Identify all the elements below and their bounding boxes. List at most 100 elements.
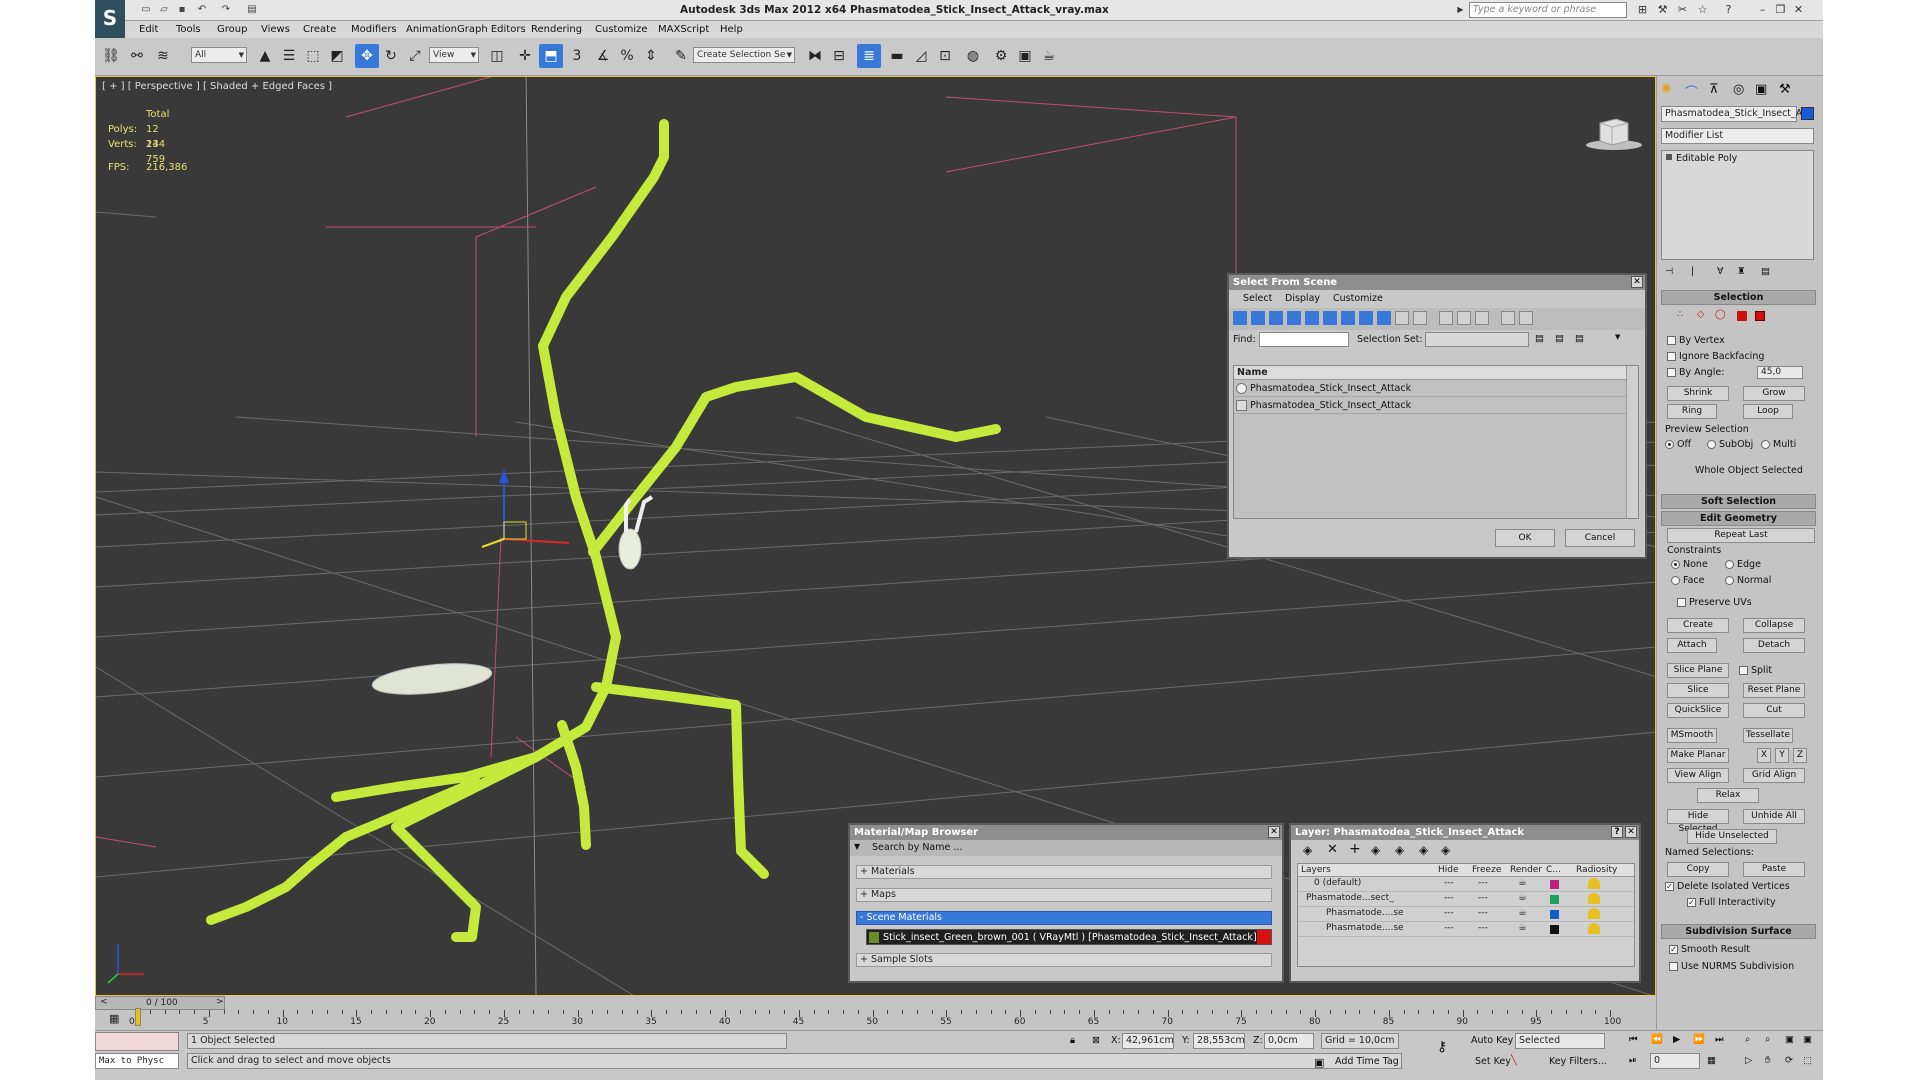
configure-sets-icon[interactable]: ▤ — [1761, 266, 1770, 277]
communication-center-icon[interactable]: ⚒ — [1655, 3, 1670, 17]
display-shapes-icon[interactable] — [1251, 311, 1265, 325]
selection-set-dropdown[interactable] — [1425, 332, 1529, 347]
zoom-all-icon[interactable]: ⌕ — [1765, 1034, 1770, 1045]
material-editor-icon[interactable]: ◍ — [961, 44, 985, 68]
tools-icon[interactable]: ✂ — [1675, 3, 1690, 17]
highlight-layer-icon[interactable]: ◈ — [1395, 843, 1404, 857]
planar-x-button[interactable]: X — [1757, 748, 1771, 763]
border-icon[interactable]: ◯ — [1715, 309, 1726, 320]
smooth-result-checkbox[interactable]: ✓ — [1669, 945, 1678, 954]
by-vertex-checkbox[interactable] — [1667, 336, 1676, 345]
zoom-extents-icon[interactable]: ▣ — [1785, 1034, 1794, 1045]
vertex-icon[interactable]: ∴ — [1677, 309, 1683, 320]
maxscript-mini-listener[interactable]: Max to Physc — [95, 1053, 179, 1069]
select-object-icon[interactable]: ▲ — [253, 44, 277, 68]
find-input[interactable] — [1259, 332, 1349, 347]
auto-key-button[interactable]: Auto Key — [1471, 1035, 1513, 1046]
mini-curve-editor-icon[interactable]: ▦ — [109, 1012, 119, 1025]
app-menu-button[interactable]: S — [95, 0, 125, 38]
binoculars-icon[interactable]: ⊞ — [1635, 3, 1650, 17]
play-icon[interactable]: ▶ — [1673, 1034, 1680, 1045]
make-unique-icon[interactable]: ∀ — [1717, 266, 1724, 277]
freeze-toggle[interactable]: --- — [1478, 908, 1488, 918]
filter-options-icon[interactable] — [1519, 311, 1533, 325]
close-icon[interactable]: ✕ — [1268, 826, 1280, 838]
previous-frame-icon[interactable]: ⏪ — [1651, 1034, 1663, 1045]
preview-multi-radio[interactable] — [1761, 440, 1770, 449]
edit-geometry-rollout[interactable]: Edit Geometry — [1661, 511, 1816, 526]
spinner-snap-icon[interactable]: ⇕ — [639, 44, 663, 68]
select-move-icon[interactable]: ✥ — [355, 44, 379, 68]
material-item[interactable]: Stick_insect_Green_brown_001 ( VRayMtl )… — [866, 929, 1272, 945]
redo-icon[interactable]: ↷ — [219, 3, 233, 16]
save-icon[interactable]: ▪ — [175, 3, 189, 16]
maximize-viewport-icon[interactable]: ⬚ — [1803, 1055, 1812, 1066]
orbit-icon[interactable]: ⟳ — [1785, 1055, 1793, 1066]
zoom-icon[interactable]: ⌕ — [1745, 1034, 1750, 1045]
menu-edit[interactable]: Edit — [139, 24, 158, 35]
col-hide[interactable]: Hide — [1438, 865, 1459, 875]
select-layer-objects-icon[interactable]: ◈ — [1371, 843, 1380, 857]
slider-left-arrow-icon[interactable]: < — [100, 997, 108, 1007]
freeze-all-layers-icon[interactable]: ◈ — [1441, 843, 1450, 857]
hide-toggle[interactable]: --- — [1444, 908, 1454, 918]
display-lights-icon[interactable] — [1269, 311, 1283, 325]
absolute-mode-icon[interactable]: ⊠ — [1092, 1035, 1100, 1046]
menu-graph-editors[interactable]: Graph Editors — [457, 24, 526, 35]
show-end-result-icon[interactable]: | — [1691, 266, 1694, 277]
use-nurms-checkbox[interactable] — [1669, 962, 1678, 971]
layer-color-swatch[interactable] — [1550, 910, 1559, 919]
menu-help[interactable]: Help — [720, 24, 743, 35]
y-coord-field[interactable]: 28,553cm — [1193, 1033, 1245, 1049]
key-filters-button[interactable]: Key Filters... — [1549, 1056, 1607, 1067]
planar-z-button[interactable]: Z — [1793, 748, 1807, 763]
list-item[interactable]: Phasmatodea_Stick_Insect_Attack — [1234, 380, 1638, 397]
ring-button[interactable]: Ring — [1667, 404, 1717, 419]
view-align-button[interactable]: View Align — [1667, 768, 1729, 783]
project-folder-icon[interactable]: ▤ — [245, 3, 259, 16]
msmooth-button[interactable]: MSmooth — [1667, 728, 1717, 743]
remove-modifier-icon[interactable]: ♜ — [1737, 266, 1746, 277]
hide-toggle[interactable]: --- — [1444, 893, 1454, 903]
loop-button[interactable]: Loop — [1743, 404, 1793, 419]
rect-selection-icon[interactable]: ⬚ — [301, 44, 325, 68]
menu-customize[interactable]: Customize — [595, 24, 648, 35]
display-spacewarps-icon[interactable] — [1323, 311, 1337, 325]
reference-coord-dropdown[interactable]: View — [429, 47, 479, 63]
menu-group[interactable]: Group — [217, 24, 247, 35]
display-geometry-icon[interactable] — [1233, 311, 1247, 325]
hide-selected-button[interactable]: Hide Selected — [1667, 809, 1729, 834]
select-rotate-icon[interactable]: ↻ — [379, 44, 403, 68]
render-teapot-icon[interactable]: ☕︎ — [1518, 892, 1527, 903]
constraint-edge-radio[interactable] — [1725, 560, 1734, 569]
full-interactivity-checkbox[interactable]: ✓ — [1687, 898, 1696, 907]
preview-off-radio[interactable] — [1665, 440, 1674, 449]
close-icon[interactable]: ✕ — [1625, 826, 1637, 838]
next-frame-icon[interactable]: ⏩ — [1693, 1034, 1705, 1045]
menu-views[interactable]: Views — [261, 24, 290, 35]
add-to-layer-icon[interactable]: + — [1349, 841, 1361, 857]
favorites-star-icon[interactable]: ☆ — [1695, 3, 1710, 17]
time-slider[interactable]: < 0 / 100 > — [95, 996, 225, 1010]
hide-all-layers-icon[interactable]: ◈ — [1419, 843, 1428, 857]
soft-selection-rollout[interactable]: Soft Selection — [1661, 494, 1816, 509]
radiosity-icon[interactable] — [1588, 923, 1600, 934]
by-angle-checkbox[interactable] — [1667, 368, 1676, 377]
menu-animation[interactable]: Animation — [406, 24, 457, 35]
freeze-toggle[interactable]: --- — [1478, 878, 1488, 888]
curve-editor-icon[interactable]: ◿ — [909, 44, 933, 68]
delete-layer-icon[interactable]: ✕ — [1327, 842, 1338, 857]
select-all-icon[interactable] — [1439, 311, 1453, 325]
window-crossing-icon[interactable]: ◩ — [325, 44, 349, 68]
goto-start-icon[interactable]: ⏮ — [1629, 1034, 1638, 1045]
unhide-all-button[interactable]: Unhide All — [1743, 809, 1805, 824]
make-planar-button[interactable]: Make Planar — [1667, 748, 1729, 763]
motion-tab-icon[interactable]: ◎ — [1733, 82, 1744, 97]
tessellate-button[interactable]: Tessellate — [1743, 728, 1793, 743]
hide-unselected-button[interactable]: Hide Unselected — [1687, 829, 1777, 844]
search-input[interactable]: Type a keyword or phrase — [1469, 2, 1627, 18]
key-mode-toggle-icon[interactable]: ⏯ — [1629, 1055, 1637, 1066]
display-bones-icon[interactable] — [1377, 311, 1391, 325]
layer-manager-icon[interactable]: ≣ — [857, 44, 881, 68]
attach-button[interactable]: Attach — [1667, 638, 1717, 653]
